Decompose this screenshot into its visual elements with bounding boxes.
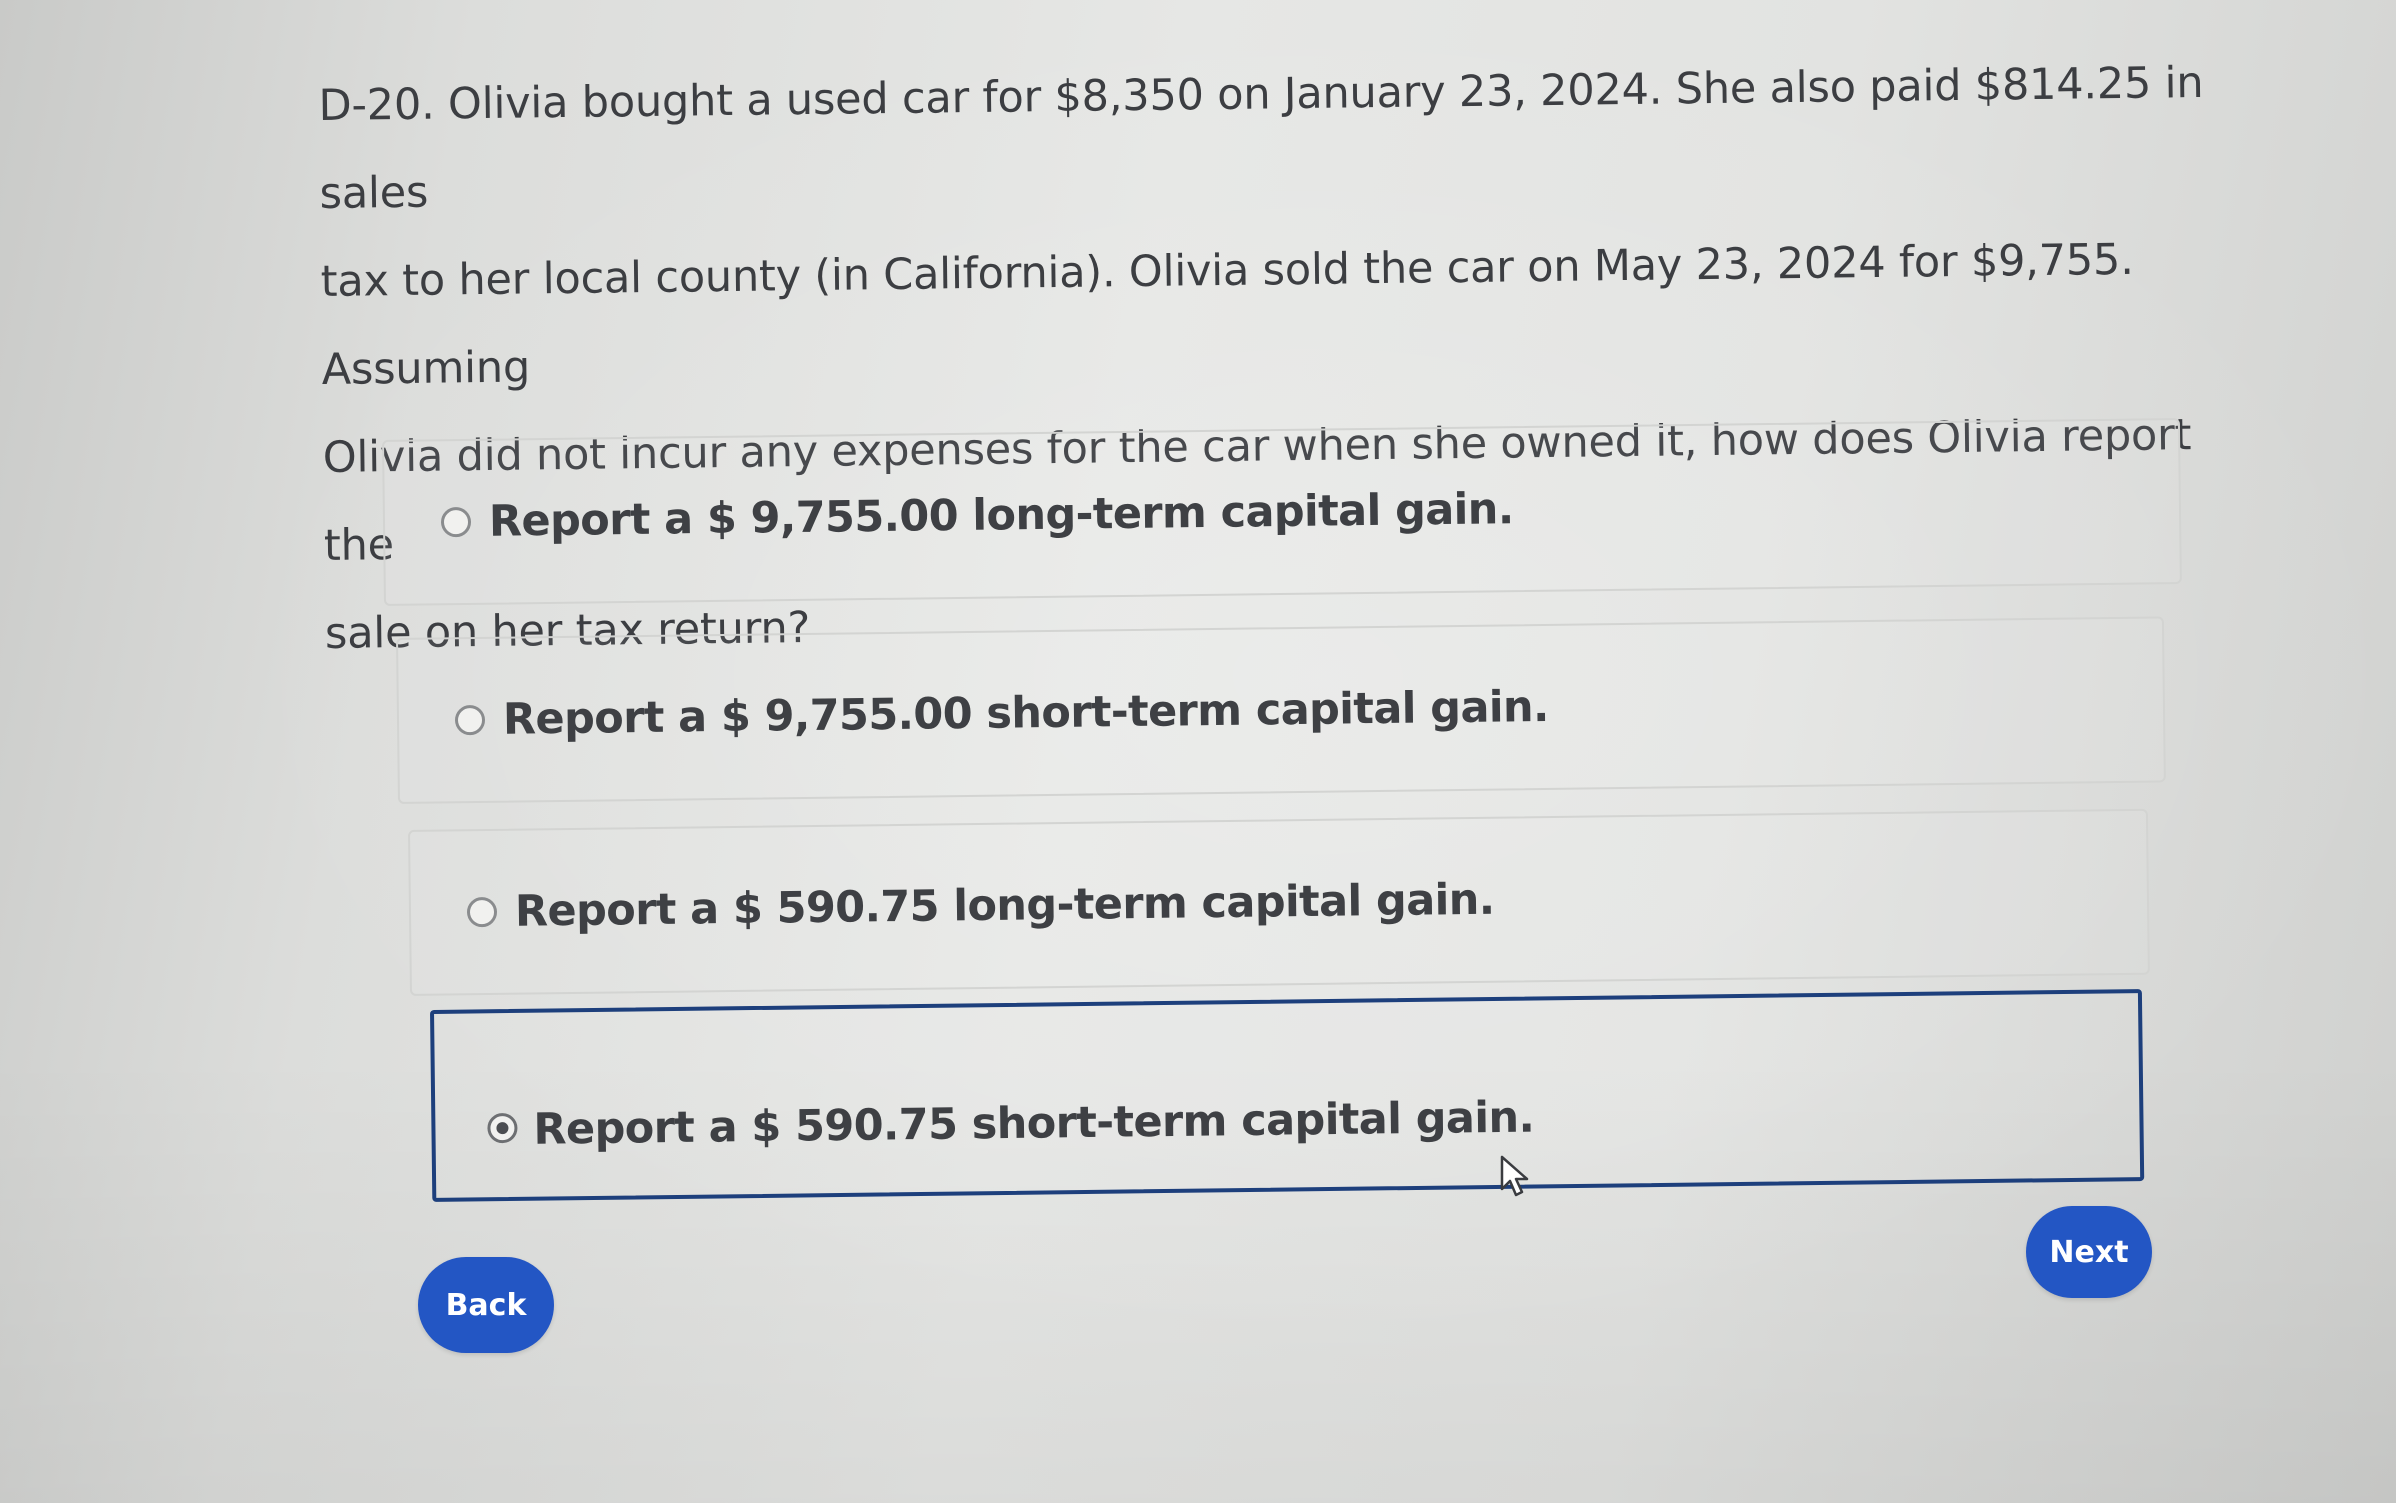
next-button[interactable]: Next xyxy=(2026,1206,2152,1298)
option-2[interactable]: Report a $ 9,755.00 short-term capital g… xyxy=(396,616,2166,804)
option-1[interactable]: Report a $ 9,755.00 long-term capital ga… xyxy=(382,418,2182,606)
arrow-cursor-icon xyxy=(1500,1155,1529,1197)
option-label: Report a $ 590.75 short-term capital gai… xyxy=(533,1092,1535,1155)
radio-button[interactable] xyxy=(454,704,486,736)
radio-button[interactable] xyxy=(466,896,498,928)
option-label: Report a $ 590.75 long-term capital gain… xyxy=(514,874,1495,937)
option-label: Report a $ 9,755.00 long-term capital ga… xyxy=(488,484,1514,547)
radio-button[interactable] xyxy=(440,506,472,538)
option-3[interactable]: Report a $ 590.75 long-term capital gain… xyxy=(408,808,2150,996)
question-line: D-20. Olivia bought a used car for $8,35… xyxy=(318,57,2204,219)
radio-dot xyxy=(496,1122,509,1135)
option-4[interactable]: Report a $ 590.75 short-term capital gai… xyxy=(430,989,2145,1202)
option-label: Report a $ 9,755.00 short-term capital g… xyxy=(502,681,1550,745)
radio-button[interactable] xyxy=(487,1112,518,1144)
question-line: tax to her local county (in California).… xyxy=(320,234,2134,395)
back-button[interactable]: Back xyxy=(418,1257,554,1353)
